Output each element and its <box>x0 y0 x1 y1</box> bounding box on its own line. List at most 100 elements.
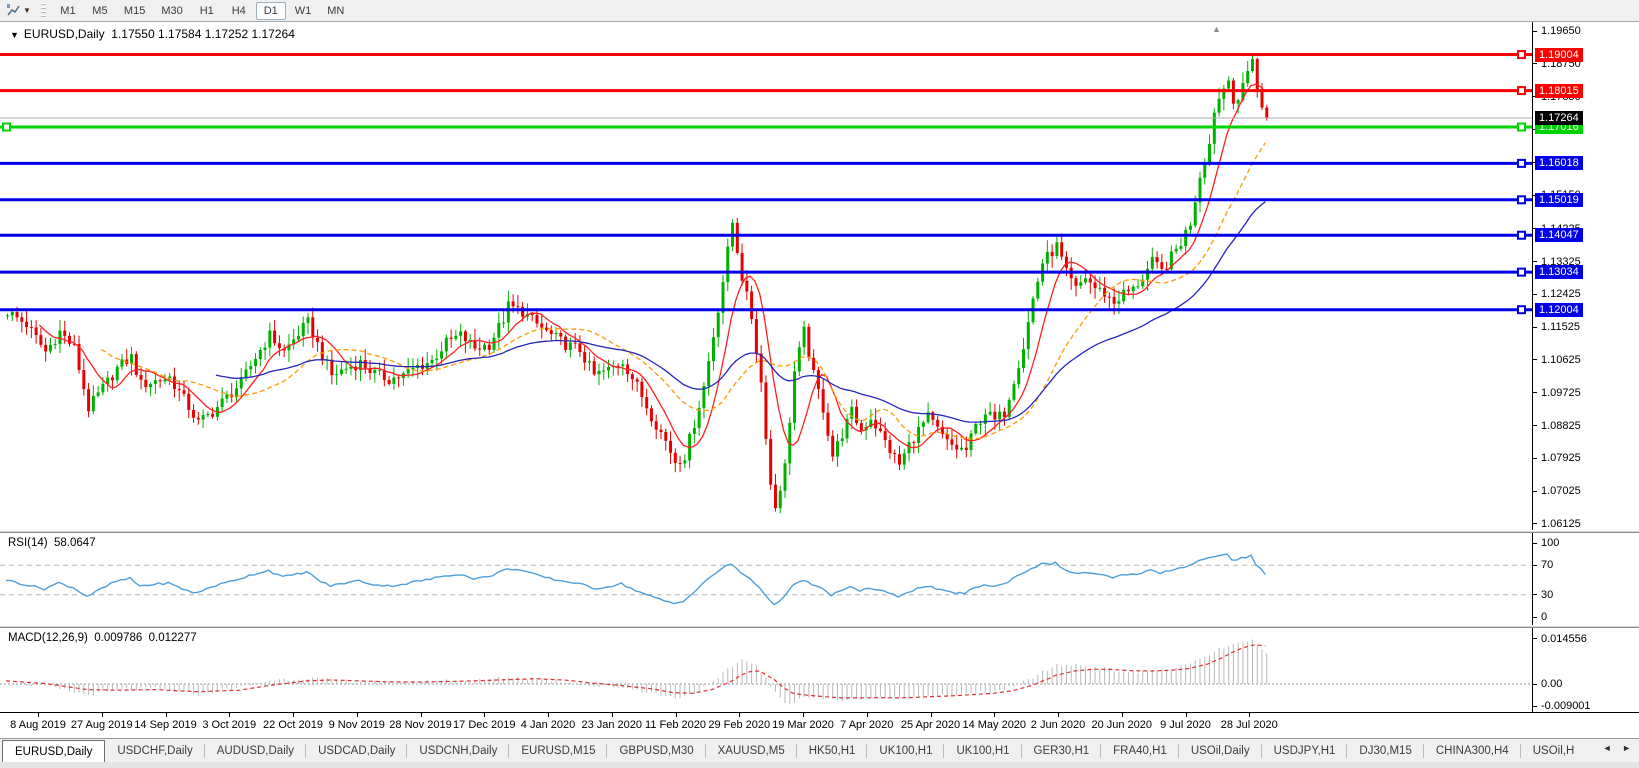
chart-tab-hk50-h1[interactable]: HK50,H1 <box>797 740 868 762</box>
chart-tab-usdcad-daily[interactable]: USDCAD,Daily <box>306 740 407 762</box>
date-label: 17 Dec 2019 <box>453 719 515 731</box>
candle-body <box>345 369 348 370</box>
candle-body <box>249 366 252 370</box>
candle-body <box>888 440 891 453</box>
level-handle[interactable] <box>1518 269 1525 276</box>
candle-body <box>898 454 901 465</box>
chart-tab-china300-h4[interactable]: CHINA300,H4 <box>1424 740 1521 762</box>
toolbar-grip[interactable] <box>41 3 46 19</box>
timeframe-button-h4[interactable]: H4 <box>224 2 254 20</box>
candle-body <box>97 392 100 395</box>
price-level-chip: 1.12004 <box>1535 303 1583 317</box>
candle-body <box>569 343 572 350</box>
chart-tab-usdjpy-h1[interactable]: USDJPY,H1 <box>1262 740 1348 762</box>
timeframe-button-m1[interactable]: M1 <box>53 2 83 20</box>
level-handle[interactable] <box>3 124 10 131</box>
main-chart-panel[interactable]: ▼EURUSD,Daily 1.17550 1.17584 1.17252 1.… <box>0 22 1639 530</box>
candle-body <box>182 390 185 394</box>
candle-body <box>798 347 801 371</box>
chart-tab-usoil-daily[interactable]: USOil,Daily <box>1179 740 1262 762</box>
chart-tab-usdchf-daily[interactable]: USDCHF,Daily <box>105 740 204 762</box>
level-handle[interactable] <box>1518 51 1525 58</box>
date-tick-mark <box>421 713 422 717</box>
chart-tab-gbpusd-m30[interactable]: GBPUSD,M30 <box>607 740 705 762</box>
timeframe-button-mn[interactable]: MN <box>320 2 351 20</box>
candle-body <box>607 367 610 371</box>
axis-tick: 1.19650 <box>1533 25 1581 37</box>
rsi-chart[interactable] <box>0 533 1532 625</box>
candle-body <box>1208 144 1211 165</box>
candle-body <box>1003 412 1006 417</box>
candle-body <box>659 430 662 432</box>
chart-tab-uk100-h1[interactable]: UK100,H1 <box>867 740 944 762</box>
level-handle[interactable] <box>1518 124 1525 131</box>
candle-body <box>912 442 915 443</box>
candle-body <box>722 282 725 313</box>
rsi-panel[interactable]: RSI(14) 58.0647 10070300 <box>0 533 1639 625</box>
chart-tab-usdcnh-daily[interactable]: USDCNH,Daily <box>407 740 509 762</box>
chart-cursor-icon[interactable] <box>3 2 23 20</box>
candle-body <box>936 420 939 427</box>
candle-body <box>140 375 143 380</box>
timeframe-button-h1[interactable]: H1 <box>192 2 222 20</box>
candle-body <box>178 389 181 390</box>
date-tick-mark <box>357 713 358 717</box>
chart-tab-ger30-h1[interactable]: GER30,H1 <box>1022 740 1102 762</box>
macd-chart[interactable] <box>0 628 1532 712</box>
scroll-to-end-marker-icon[interactable]: ▲ <box>1212 24 1221 34</box>
macd-panel[interactable]: MACD(12,26,9) 0.009786 0.012277 0.014556… <box>0 628 1639 712</box>
rsi-line[interactable] <box>6 554 1265 605</box>
candle-body <box>378 370 381 371</box>
level-handle[interactable] <box>1518 87 1525 94</box>
chart-tabbar: EURUSD,DailyUSDCHF,DailyAUDUSD,DailyUSDC… <box>0 738 1639 768</box>
candle-body <box>1022 349 1025 368</box>
candle-body <box>440 351 443 358</box>
timeframe-button-m15[interactable]: M15 <box>117 2 152 20</box>
chart-tab-dj30-m15[interactable]: DJ30,M15 <box>1347 740 1423 762</box>
candle-body <box>750 292 753 320</box>
chart-tabs: EURUSD,DailyUSDCHF,DailyAUDUSD,DailyUSDC… <box>2 740 1586 762</box>
date-label: 14 May 2020 <box>962 719 1026 731</box>
level-handle[interactable] <box>1518 160 1525 167</box>
candle-body <box>259 350 262 359</box>
chart-tab-eurusd-m15[interactable]: EURUSD,M15 <box>509 740 607 762</box>
candle-body <box>1218 99 1221 113</box>
candle-body <box>149 384 152 387</box>
chart-tab-usoil-h[interactable]: USOil,H <box>1521 740 1587 762</box>
mt4-window: ▼ M1M5M15M30H1H4D1W1MN ▼EURUSD,Daily 1.1… <box>0 0 1639 768</box>
candle-body <box>631 374 634 379</box>
timeframe-button-m5[interactable]: M5 <box>85 2 115 20</box>
chart-tab-eurusd-daily[interactable]: EURUSD,Daily <box>2 740 105 762</box>
candle-body <box>535 315 538 323</box>
candle-body <box>144 380 147 387</box>
candle-body <box>392 378 395 384</box>
timeframe-button-d1[interactable]: D1 <box>256 2 286 20</box>
level-handle[interactable] <box>1518 196 1525 203</box>
level-handle[interactable] <box>1518 306 1525 313</box>
axis-tick: 1.12425 <box>1533 288 1581 300</box>
axis-tick: 1.07025 <box>1533 485 1581 497</box>
date-tick-mark <box>612 713 613 717</box>
candle-body <box>679 463 682 464</box>
timeframe-button-w1[interactable]: W1 <box>288 2 319 20</box>
axis-tick: 0.014556 <box>1533 633 1587 645</box>
timeframe-button-m30[interactable]: M30 <box>154 2 189 20</box>
candle-body <box>564 337 567 350</box>
candle-body <box>116 367 119 381</box>
candle-body <box>211 414 214 417</box>
chart-title-triangle-icon[interactable]: ▼ <box>10 30 19 40</box>
candle-body <box>650 408 653 421</box>
toolbar-dropdown-caret[interactable]: ▼ <box>23 6 31 15</box>
candle-body <box>583 352 586 362</box>
tab-scroll-arrows-icon[interactable]: ◄ ► <box>1603 743 1635 753</box>
candle-body <box>784 463 787 490</box>
chart-tab-xauusd-m5[interactable]: XAUUSD,M5 <box>706 740 797 762</box>
chart-tab-fra40-h1[interactable]: FRA40,H1 <box>1101 740 1179 762</box>
level-handle[interactable] <box>1518 232 1525 239</box>
candle-body <box>1074 278 1077 286</box>
candle-body <box>950 439 953 444</box>
chart-tab-uk100-h1[interactable]: UK100,H1 <box>944 740 1021 762</box>
candlestick-chart[interactable] <box>0 22 1532 530</box>
chart-tab-audusd-daily[interactable]: AUDUSD,Daily <box>205 740 306 762</box>
candle-body <box>483 345 486 350</box>
